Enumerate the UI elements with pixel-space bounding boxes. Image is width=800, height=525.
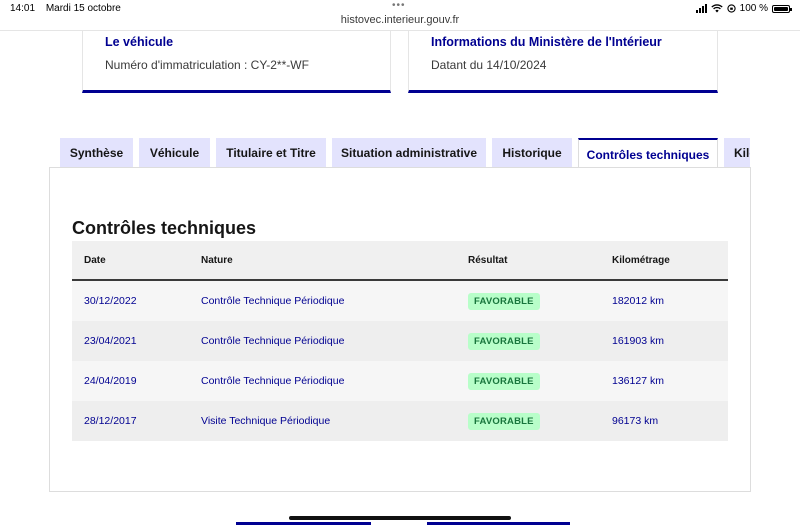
tab-vehicule[interactable]: Véhicule bbox=[139, 138, 210, 168]
status-time: 14:01 bbox=[10, 3, 36, 14]
data-date: Datant du 14/10/2024 bbox=[431, 58, 547, 72]
tab-panel: Contrôles techniques Date Nature Résulta… bbox=[49, 167, 751, 492]
table-header: Date Nature Résultat Kilométrage bbox=[72, 241, 728, 281]
row-nature: Visite Technique Périodique bbox=[201, 415, 331, 427]
row-nature: Contrôle Technique Périodique bbox=[201, 375, 345, 387]
battery-percent: 100 % bbox=[739, 3, 768, 14]
table-row: 23/04/2021 Contrôle Technique Périodique… bbox=[72, 321, 728, 361]
vehicle-card-title: Le véhicule bbox=[105, 35, 174, 49]
row-nature: Contrôle Technique Périodique bbox=[201, 335, 345, 347]
row-date: 23/04/2021 bbox=[84, 335, 137, 347]
table-row: 28/12/2017 Visite Technique Périodique F… bbox=[72, 401, 728, 441]
header-mileage: Kilométrage bbox=[612, 254, 670, 266]
tab-kilometrage[interactable]: Kilo bbox=[724, 138, 750, 168]
battery-icon bbox=[772, 4, 792, 13]
technical-inspections-table: Date Nature Résultat Kilométrage 30/12/2… bbox=[72, 241, 728, 441]
cellular-signal-icon bbox=[695, 4, 707, 13]
registration-number: Numéro d'immatriculation : CY-2**-WF bbox=[105, 58, 309, 72]
multitask-dots-icon[interactable]: ••• bbox=[392, 0, 406, 11]
ministry-info-card: Informations du Ministère de l'Intérieur… bbox=[408, 31, 718, 93]
row-mileage: 182012 km bbox=[612, 295, 664, 307]
report-tabs: Synthèse Véhicule Titulaire et Titre Sit… bbox=[60, 138, 750, 168]
vehicle-card: Le véhicule Numéro d'immatriculation : C… bbox=[82, 31, 391, 93]
row-date: 30/12/2022 bbox=[84, 295, 137, 307]
result-badge: FAVORABLE bbox=[468, 372, 540, 390]
wifi-icon bbox=[710, 4, 723, 13]
row-date: 24/04/2019 bbox=[84, 375, 137, 387]
table-row: 24/04/2019 Contrôle Technique Périodique… bbox=[72, 361, 728, 401]
status-date: Mardi 15 octobre bbox=[45, 3, 121, 14]
tab-historique[interactable]: Historique bbox=[492, 138, 572, 168]
tab-controles-techniques[interactable]: Contrôles techniques bbox=[578, 138, 718, 168]
url-bar[interactable]: histovec.interieur.gouv.fr bbox=[0, 14, 800, 26]
header-result: Résultat bbox=[468, 254, 508, 266]
result-badge: FAVORABLE bbox=[468, 292, 540, 310]
row-mileage: 161903 km bbox=[612, 335, 664, 347]
orientation-lock-icon bbox=[726, 4, 736, 13]
result-badge: FAVORABLE bbox=[468, 332, 540, 350]
row-nature: Contrôle Technique Périodique bbox=[201, 295, 345, 307]
header-date: Date bbox=[84, 254, 106, 266]
result-badge: FAVORABLE bbox=[468, 412, 540, 430]
tab-titulaire[interactable]: Titulaire et Titre bbox=[216, 138, 326, 168]
row-mileage: 96173 km bbox=[612, 415, 659, 427]
table-row: 30/12/2022 Contrôle Technique Périodique… bbox=[72, 281, 728, 321]
tab-situation-administrative[interactable]: Situation administrative bbox=[332, 138, 486, 168]
home-indicator[interactable] bbox=[289, 516, 511, 520]
header-nature: Nature bbox=[201, 254, 233, 266]
tab-synthese[interactable]: Synthèse bbox=[60, 138, 133, 168]
row-mileage: 136127 km bbox=[612, 375, 664, 387]
row-date: 28/12/2017 bbox=[84, 415, 137, 427]
section-title: Contrôles techniques bbox=[72, 218, 257, 238]
ministry-card-title: Informations du Ministère de l'Intérieur bbox=[431, 35, 662, 49]
